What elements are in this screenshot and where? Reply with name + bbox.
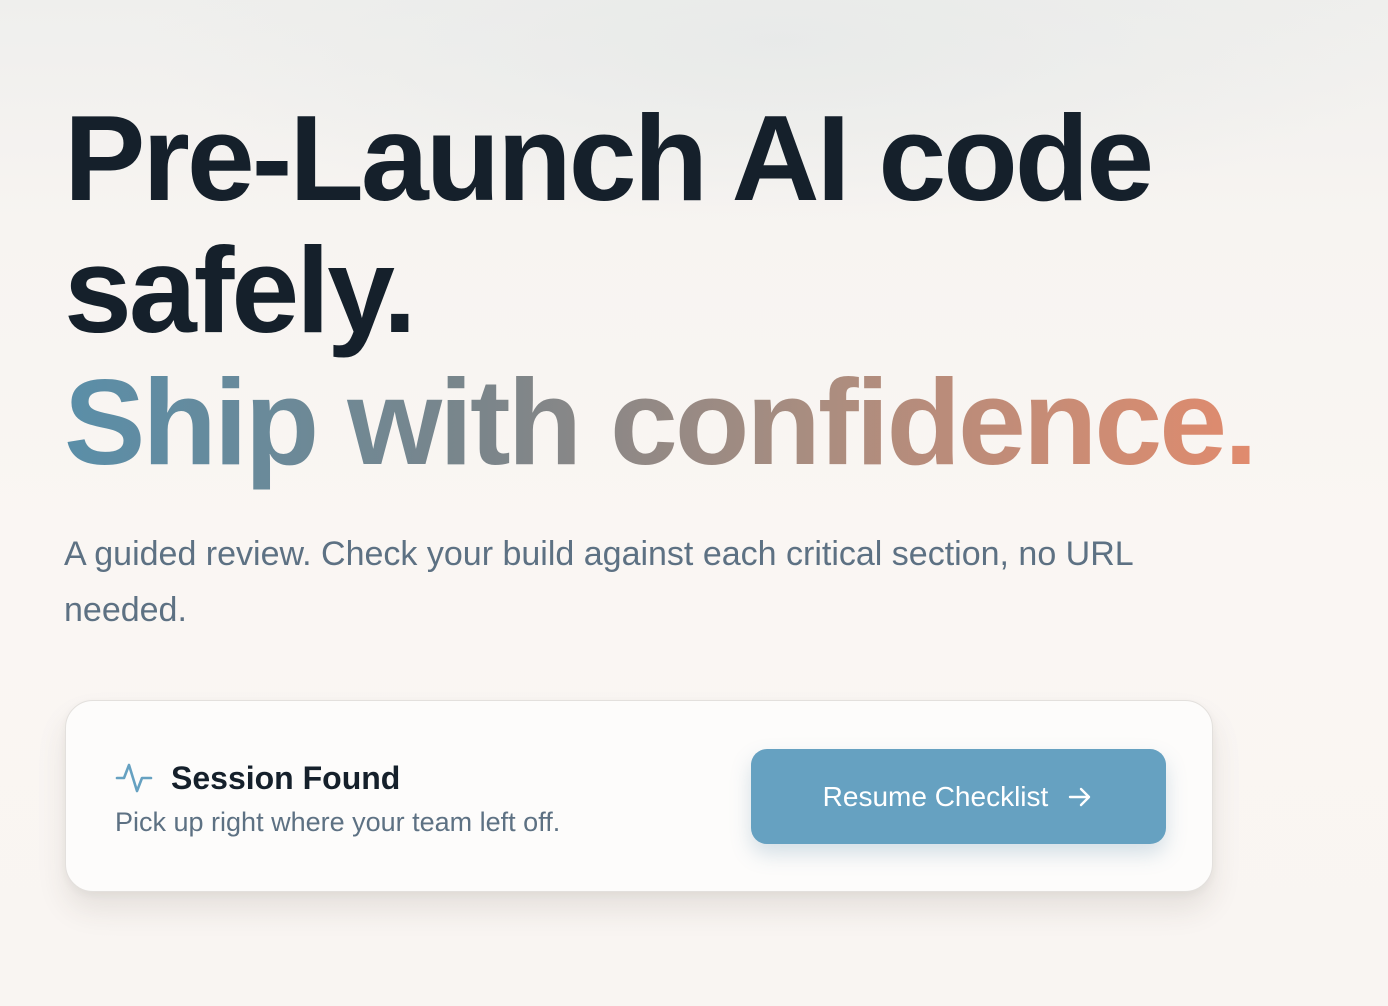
session-found-card: Session Found Pick up right where your t… [65, 700, 1213, 892]
headline-line-secondary: safely. [64, 222, 417, 358]
hero-subtitle: A guided review. Check your build agains… [64, 535, 1133, 629]
resume-checklist-button[interactable]: Resume Checklist [751, 749, 1166, 844]
session-title: Session Found [171, 760, 401, 796]
hero-headline: Pre-Launch AI code safely. Ship with con… [64, 92, 1364, 502]
arrow-right-icon [1066, 783, 1094, 811]
headline-line-primary: Pre-Launch AI code [64, 90, 1154, 226]
resume-checklist-label: Resume Checklist [822, 780, 1049, 812]
headline-gradient-tagline: Ship with confidence. [64, 356, 1265, 502]
hero-section: Pre-Launch AI code safely. Ship with con… [64, 92, 1364, 502]
activity-pulse-icon [114, 757, 154, 797]
session-description: Pick up right where your team left off. [115, 807, 561, 837]
